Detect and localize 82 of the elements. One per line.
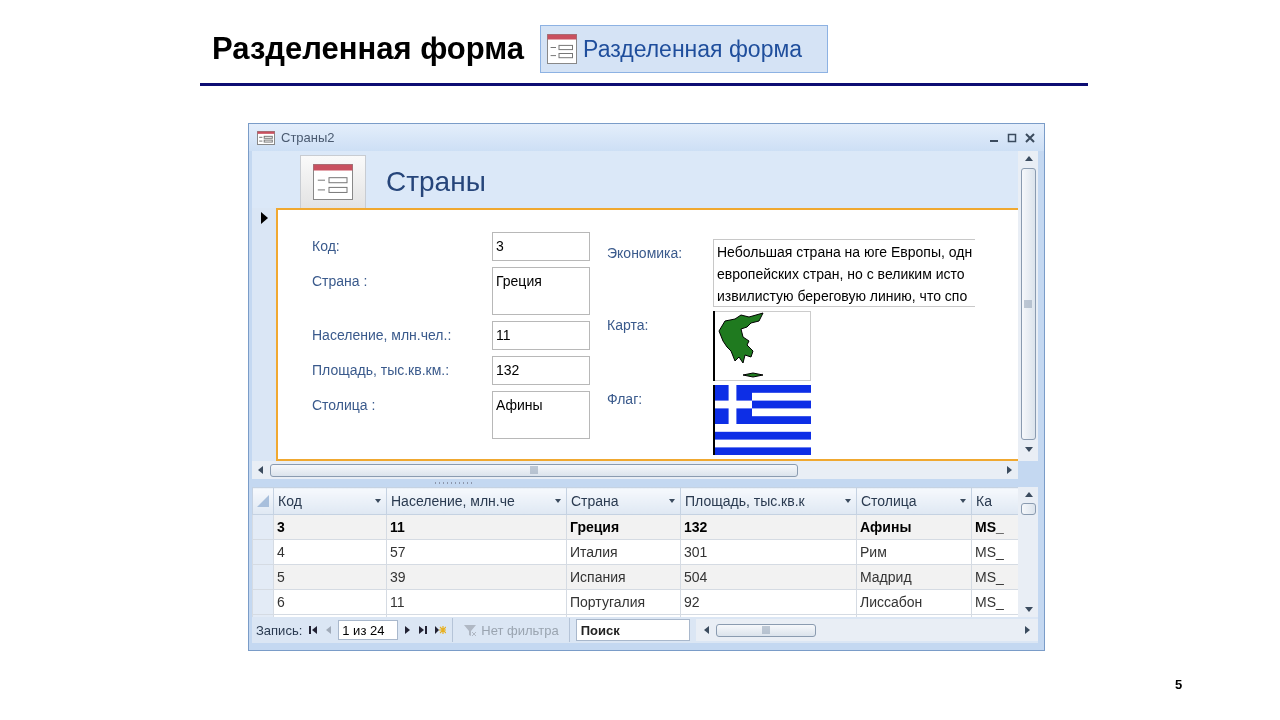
grip-icon [529, 466, 539, 474]
table-row[interactable]: 4 57 Италия 301 Рим MS_ [252, 539, 1018, 565]
input-field[interactable]: 3 [492, 232, 590, 261]
input-field[interactable]: 132 [492, 356, 590, 385]
field-label: Площадь, тыс.кв.км.: [312, 361, 451, 380]
column-header[interactable]: Столица [856, 487, 972, 515]
input-field[interactable]: Греция [492, 267, 590, 315]
table-cell: Лиссабон [856, 589, 972, 615]
table-cell: 504 [680, 564, 857, 590]
table-cell: 6 [273, 589, 387, 615]
table-cell: 4 [273, 539, 387, 565]
scroll-left-icon[interactable] [256, 464, 266, 476]
table-cell: Рим [856, 539, 972, 565]
table-cell: 11 [386, 589, 567, 615]
table-cell: 57 [386, 539, 567, 565]
table-cell: Афины [856, 514, 972, 540]
input-field[interactable]: 11 [492, 321, 590, 350]
dropdown-arrow-icon[interactable] [844, 498, 852, 504]
table-cell: Португалия [566, 589, 681, 615]
new-record-icon[interactable] [434, 625, 447, 635]
table-cell: 39 [386, 564, 567, 590]
column-header[interactable]: Площадь, тыс.кв.к [680, 487, 857, 515]
filter-icon [463, 623, 478, 637]
scrollbar-thumb[interactable] [270, 463, 798, 477]
maximize-icon[interactable] [1006, 131, 1018, 144]
scroll-right-icon[interactable] [1022, 624, 1032, 636]
horizontal-scrollbar[interactable] [252, 461, 1018, 479]
field-label: Код: [312, 237, 341, 256]
horizontal-scrollbar[interactable] [695, 619, 1038, 641]
grip-icon [1024, 299, 1032, 309]
field-label: Экономика: [607, 244, 684, 263]
table-cell: 3 [273, 514, 387, 540]
grip-icon [760, 626, 771, 634]
dropdown-arrow-icon[interactable] [554, 498, 562, 504]
table-cell: 301 [680, 539, 857, 565]
vertical-scrollbar[interactable] [1018, 151, 1038, 461]
form-icon [547, 34, 578, 64]
field-label: Страна : [312, 272, 369, 291]
dropdown-arrow-icon[interactable] [959, 498, 967, 504]
table-row[interactable]: 5 39 Испания 504 Мадрид MS_ [252, 564, 1018, 590]
dropdown-arrow-icon[interactable] [668, 498, 676, 504]
column-header[interactable]: Население, млн.че [386, 487, 567, 515]
scrollbar-thumb[interactable] [1020, 168, 1036, 440]
corner-triangle-icon [257, 495, 269, 507]
current-record-icon [260, 212, 268, 224]
input-field[interactable]: Афины [492, 391, 590, 439]
first-record-icon[interactable] [308, 625, 319, 635]
vertical-scrollbar[interactable] [1018, 487, 1038, 617]
field-label: Флаг: [607, 390, 644, 409]
record-label: Запись: [256, 622, 303, 638]
field-label: Столица : [312, 396, 377, 415]
scrollbar-thumb[interactable] [1020, 503, 1036, 515]
split-form-command-button[interactable]: Разделенная форма [540, 25, 829, 73]
scrollbar-thumb[interactable] [715, 623, 816, 637]
table-cell: 11 [386, 514, 567, 540]
table-cell: Италия [566, 539, 681, 565]
column-header[interactable]: Ка [971, 487, 1018, 515]
table-cell: 92 [680, 589, 857, 615]
table-cell: 132 [680, 514, 857, 540]
column-header[interactable]: Код [273, 487, 387, 515]
search-field[interactable]: Поиск [575, 619, 690, 641]
form-icon [257, 130, 275, 145]
table-cell: Мадрид [856, 564, 972, 590]
record-position-field[interactable]: 1 из 24 [338, 620, 399, 640]
table-cell: 5 [273, 564, 387, 590]
page-number: 5 [1175, 677, 1183, 692]
field-label: Население, млн.чел.: [312, 326, 453, 345]
close-icon[interactable] [1024, 131, 1036, 144]
scroll-right-icon[interactable] [1004, 464, 1014, 476]
last-record-icon[interactable] [418, 625, 429, 635]
memo-field[interactable]: Небольшая страна на юге Европы, одн европейских стран, но с великим исто извилистую береговую линию, что спо [713, 239, 976, 307]
slide-title: Разделенная форма [212, 31, 525, 67]
dropdown-arrow-icon[interactable] [374, 498, 382, 504]
table-row[interactable]: 6 11 Португалия 92 Лиссабон MS_ [252, 589, 1018, 615]
form-title: Страны [386, 164, 486, 198]
table-cell: Испания [566, 564, 681, 590]
table-cell: Греция [566, 514, 681, 540]
window-title: Страны2 [281, 130, 336, 145]
form-icon [313, 164, 353, 200]
field-label: Карта: [607, 316, 650, 335]
column-header[interactable]: Страна [566, 487, 681, 515]
table-row[interactable]: 3 11 Греция 132 Афины MS_ [252, 514, 1018, 540]
